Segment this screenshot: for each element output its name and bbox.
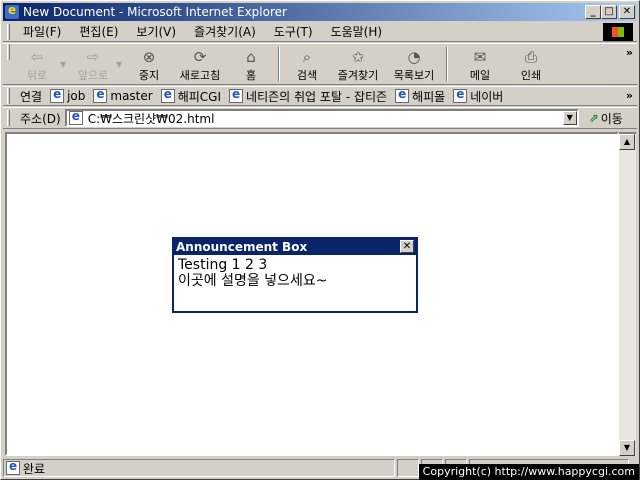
scroll-down-icon[interactable]: ▼ xyxy=(619,440,635,456)
address-bar: 주소(D) C:₩스크린샷₩02.html ▼ ⇗ 이동 xyxy=(3,107,637,129)
back-dropdown-icon[interactable]: ▼ xyxy=(60,44,70,69)
menu-tools[interactable]: 도구(T) xyxy=(265,23,322,40)
link-jobtizen[interactable]: 네티즌의 취업 포탈 - 잡티즌 xyxy=(227,87,393,105)
menu-edit[interactable]: 편집(E) xyxy=(70,23,127,40)
ie-page-icon xyxy=(68,109,83,125)
back-button[interactable]: ⇦ 뒤로 xyxy=(14,44,60,84)
print-button[interactable]: ⎙ 인쇄 xyxy=(508,44,554,84)
go-arrow-icon: ⇗ xyxy=(588,111,599,125)
ie-page-icon xyxy=(453,87,468,103)
title-bar: New Document - Microsoft Internet Explor… xyxy=(3,3,637,21)
announcement-close-button[interactable]: ✕ xyxy=(400,240,414,253)
address-dropdown-icon[interactable]: ▼ xyxy=(562,111,577,125)
go-button[interactable]: ⇗ 이동 xyxy=(589,110,623,127)
address-grip[interactable] xyxy=(7,110,10,126)
menu-bar: 파일(F) 편집(E) 보기(V) 즐겨찾기(A) 도구(T) 도움말(H) xyxy=(3,22,637,42)
copyright-overlay: Copyright(c) http://www.happycgi.com xyxy=(418,464,639,480)
mail-icon: ✉ xyxy=(473,48,487,66)
menu-favorites[interactable]: 즐겨찾기(A) xyxy=(185,23,265,40)
announcement-title-bar[interactable]: Announcement Box ✕ xyxy=(174,239,416,255)
standard-toolbar: ⇦ 뒤로 ▼ ⇨ 앞으로 ▼ ⊗ 중지 ⟳ 새로고침 ⌂ 홈 ⌕ 검색 ✩ 즐겨… xyxy=(3,43,637,85)
refresh-button[interactable]: ⟳ 새로고침 xyxy=(172,44,228,84)
announcement-title: Announcement Box xyxy=(176,240,308,254)
address-input[interactable]: C:₩스크린샷₩02.html ▼ xyxy=(64,109,579,127)
menu-view[interactable]: 보기(V) xyxy=(127,23,185,40)
status-text: 완료 xyxy=(23,461,46,476)
links-grip[interactable] xyxy=(7,88,10,104)
links-label: 연결 xyxy=(20,89,43,104)
search-icon: ⌕ xyxy=(302,48,312,66)
link-happycgi[interactable]: 해피CGI xyxy=(159,87,227,105)
scroll-up-icon[interactable]: ▲ xyxy=(619,134,635,150)
close-button[interactable]: ✕ xyxy=(619,5,635,19)
status-main-pane: 완료 xyxy=(3,459,395,477)
ie-page-icon xyxy=(6,459,20,475)
forward-arrow-icon: ⇨ xyxy=(86,48,100,66)
announcement-line-1: Testing 1 2 3 xyxy=(178,257,268,273)
announcement-box: Announcement Box ✕ Testing 1 2 3 이곳에 설명을… xyxy=(172,237,418,313)
ie-logo-icon xyxy=(5,3,19,19)
menu-file[interactable]: 파일(F) xyxy=(14,23,70,40)
mail-button[interactable]: ✉ 메일 xyxy=(452,44,508,84)
toolbar-separator xyxy=(446,47,448,81)
home-icon: ⌂ xyxy=(246,48,256,66)
address-value[interactable]: C:₩스크린샷₩02.html xyxy=(88,110,215,127)
link-naver[interactable]: 네이버 xyxy=(451,87,509,105)
favorites-button[interactable]: ✩ 즐겨찾기 xyxy=(330,44,386,84)
ie-page-icon xyxy=(160,87,175,103)
toolbar-grip[interactable] xyxy=(7,44,10,60)
windows-logo-icon xyxy=(603,23,633,41)
toolbar-more-chevron-icon[interactable]: » xyxy=(626,46,633,59)
stop-button[interactable]: ⊗ 중지 xyxy=(126,44,172,84)
home-button[interactable]: ⌂ 홈 xyxy=(228,44,274,84)
minimize-button[interactable]: _ xyxy=(585,5,601,19)
refresh-icon: ⟳ xyxy=(193,48,207,66)
ie-page-icon xyxy=(50,87,65,103)
announcement-body: Testing 1 2 3 이곳에 설명을 넣으세요~ xyxy=(174,255,416,291)
menu-grip[interactable] xyxy=(7,23,10,40)
search-button[interactable]: ⌕ 검색 xyxy=(284,44,330,84)
link-job[interactable]: job xyxy=(48,87,91,103)
back-arrow-icon: ⇦ xyxy=(30,48,44,66)
menu-help[interactable]: 도움말(H) xyxy=(322,23,392,40)
ie-page-icon xyxy=(93,87,108,103)
announcement-line-2: 이곳에 설명을 넣으세요~ xyxy=(178,273,328,289)
browser-window: New Document - Microsoft Internet Explor… xyxy=(0,0,640,480)
history-icon: ◔ xyxy=(407,48,421,66)
links-more-chevron-icon[interactable]: » xyxy=(626,89,633,102)
ie-page-icon xyxy=(395,87,410,103)
stop-icon: ⊗ xyxy=(142,48,156,66)
toolbar-separator xyxy=(278,47,280,81)
address-label: 주소(D) xyxy=(20,111,61,126)
ie-page-icon xyxy=(229,87,244,103)
link-happymall[interactable]: 해피몰 xyxy=(393,87,451,105)
forward-button[interactable]: ⇨ 앞으로 xyxy=(70,44,116,84)
window-controls: _ □ ✕ xyxy=(585,5,635,19)
maximize-button[interactable]: □ xyxy=(601,5,617,19)
printer-icon: ⎙ xyxy=(524,48,537,66)
links-bar: 연결 job master 해피CGI 네티즌의 취업 포탈 - 잡티즌 해피몰… xyxy=(3,86,637,106)
favorites-folder-icon: ✩ xyxy=(351,48,365,66)
window-title: New Document - Microsoft Internet Explor… xyxy=(23,5,287,19)
history-button[interactable]: ◔ 목록보기 xyxy=(386,44,442,84)
forward-dropdown-icon[interactable]: ▼ xyxy=(116,44,126,69)
link-master[interactable]: master xyxy=(91,87,158,103)
vertical-scrollbar[interactable]: ▲ ▼ xyxy=(619,132,636,456)
status-pane xyxy=(397,459,419,477)
